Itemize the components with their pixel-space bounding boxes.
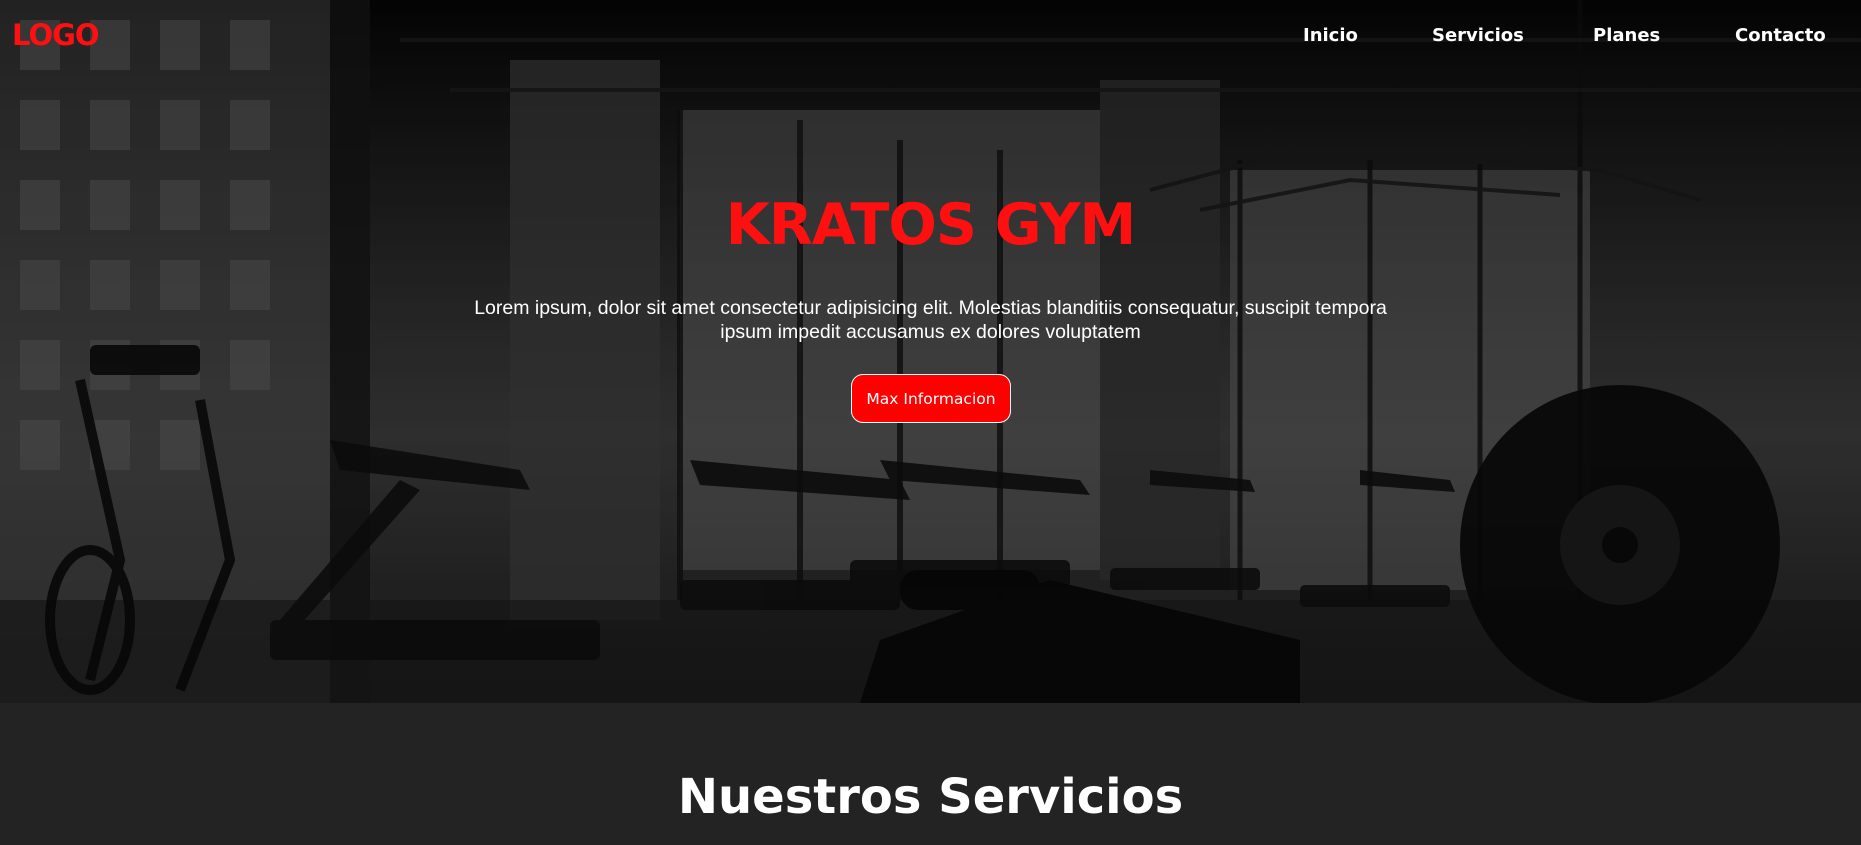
nav-link-servicios[interactable]: Servicios — [1432, 25, 1524, 46]
hero-section: LOGO Inicio Servicios Planes Contacto KR… — [0, 0, 1861, 703]
services-title: Nuestros Servicios — [677, 769, 1184, 825]
nav-link-inicio[interactable]: Inicio — [1303, 25, 1358, 46]
hero-title: KRATOS GYM — [725, 192, 1137, 258]
gym-background-image — [0, 0, 1861, 703]
more-info-button[interactable]: Max Informacion — [851, 374, 1011, 423]
services-section: Nuestros Servicios — [0, 703, 1861, 845]
nav-link-contacto[interactable]: Contacto — [1735, 25, 1826, 46]
navbar: LOGO Inicio Servicios Planes Contacto — [0, 0, 1861, 72]
nav-link-planes[interactable]: Planes — [1593, 25, 1660, 46]
hero-description: Lorem ipsum, dolor sit amet consectetur … — [474, 297, 1387, 343]
logo[interactable]: LOGO — [12, 18, 100, 52]
